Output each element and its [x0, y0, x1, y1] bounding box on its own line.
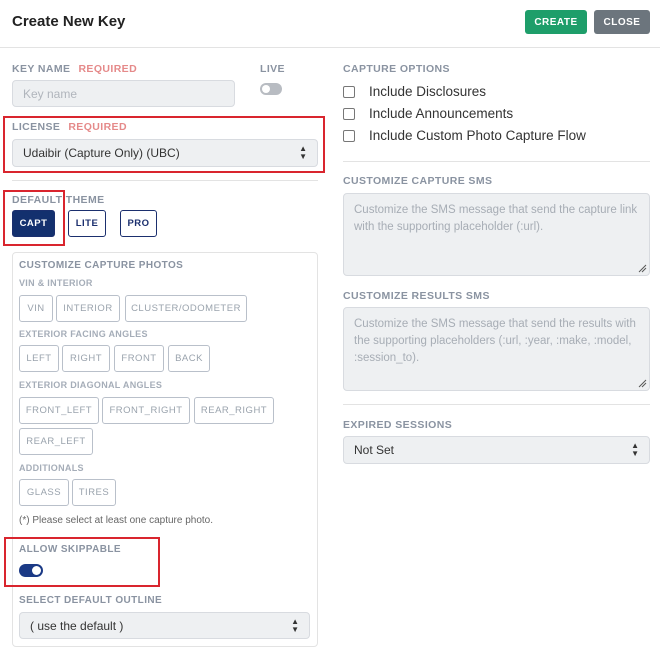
modal-title: Create New Key: [12, 13, 126, 30]
chip-front[interactable]: FRONT: [114, 345, 164, 372]
live-label: LIVE: [260, 63, 285, 75]
default-outline-label: SELECT DEFAULT OUTLINE: [19, 595, 163, 606]
vin-interior-label: VIN & INTERIOR: [19, 278, 93, 288]
chip-back[interactable]: BACK: [168, 345, 210, 372]
theme-capt-button[interactable]: CAPT: [12, 210, 55, 237]
default-outline-value: ( use the default ): [30, 618, 124, 633]
additionals-label: ADDITIONALS: [19, 463, 84, 473]
resize-handle-icon[interactable]: [638, 379, 647, 388]
include-disclosures-option[interactable]: Include Disclosures: [343, 84, 486, 99]
chip-cluster-odometer[interactable]: CLUSTER/ODOMETER: [125, 295, 247, 322]
chip-vin[interactable]: VIN: [19, 295, 53, 322]
default-outline-select[interactable]: ( use the default ) ▲ ▼: [19, 612, 310, 639]
divider: [343, 161, 650, 162]
chip-left[interactable]: LEFT: [19, 345, 59, 372]
modal-header: Create New Key CREATE CLOSE: [0, 0, 660, 48]
expired-sessions-value: Not Set: [354, 443, 395, 457]
create-button[interactable]: CREATE: [525, 10, 587, 34]
key-name-required: REQUIRED: [78, 63, 138, 75]
expired-sessions-label: EXPIRED SESSIONS: [343, 419, 453, 431]
exterior-diagonal-label: EXTERIOR DIAGONAL ANGLES: [19, 380, 163, 390]
chevron-updown-icon: ▲ ▼: [299, 144, 307, 161]
checkbox[interactable]: [343, 129, 355, 142]
live-toggle[interactable]: [260, 83, 282, 95]
chevron-updown-icon: ▲ ▼: [291, 616, 299, 634]
expired-sessions-select[interactable]: Not Set ▲ ▼: [343, 436, 650, 464]
chip-tires[interactable]: TIRES: [72, 479, 116, 506]
divider: [343, 404, 650, 405]
key-name-label: KEY NAME REQUIRED: [12, 63, 138, 75]
allow-skippable-toggle[interactable]: [19, 564, 43, 577]
checkbox[interactable]: [343, 107, 355, 120]
exterior-facing-label: EXTERIOR FACING ANGLES: [19, 329, 148, 339]
default-theme-label: DEFAULT THEME: [12, 194, 105, 206]
chip-glass[interactable]: GLASS: [19, 479, 69, 506]
close-button[interactable]: CLOSE: [594, 10, 650, 34]
chip-interior[interactable]: INTERIOR: [56, 295, 120, 322]
chip-front-right[interactable]: FRONT_RIGHT: [102, 397, 190, 424]
results-sms-label: CUSTOMIZE RESULTS SMS: [343, 290, 490, 302]
capture-sms-textarea[interactable]: Customize the SMS message that send the …: [343, 193, 650, 276]
results-sms-textarea[interactable]: Customize the SMS message that send the …: [343, 307, 650, 391]
capture-sms-label: CUSTOMIZE CAPTURE SMS: [343, 175, 493, 187]
allow-skippable-label: ALLOW SKIPPABLE: [19, 544, 121, 555]
include-custom-photo-flow-option[interactable]: Include Custom Photo Capture Flow: [343, 128, 586, 143]
license-required: REQUIRED: [68, 121, 127, 133]
include-announcements-option[interactable]: Include Announcements: [343, 106, 513, 121]
chip-rear-right[interactable]: REAR_RIGHT: [194, 397, 274, 424]
license-select[interactable]: Udaibir (Capture Only) (UBC) ▲ ▼: [12, 139, 318, 167]
capture-photo-note: (*) Please select at least one capture p…: [19, 515, 214, 526]
chip-rear-left[interactable]: REAR_LEFT: [19, 428, 93, 455]
resize-handle-icon[interactable]: [638, 264, 647, 273]
license-value: Udaibir (Capture Only) (UBC): [23, 146, 180, 160]
capture-photos-label: CUSTOMIZE CAPTURE PHOTOS: [19, 260, 184, 271]
divider: [12, 180, 318, 181]
theme-pro-button[interactable]: PRO: [120, 210, 157, 237]
license-label: LICENSE REQUIRED: [12, 121, 127, 133]
chip-front-left[interactable]: FRONT_LEFT: [19, 397, 99, 424]
chevron-updown-icon: ▲ ▼: [631, 441, 639, 458]
key-name-input[interactable]: Key name: [12, 80, 235, 107]
chip-right[interactable]: RIGHT: [62, 345, 110, 372]
capture-options-label: CAPTURE OPTIONS: [343, 63, 450, 75]
theme-lite-button[interactable]: LITE: [68, 210, 106, 237]
checkbox[interactable]: [343, 85, 355, 98]
